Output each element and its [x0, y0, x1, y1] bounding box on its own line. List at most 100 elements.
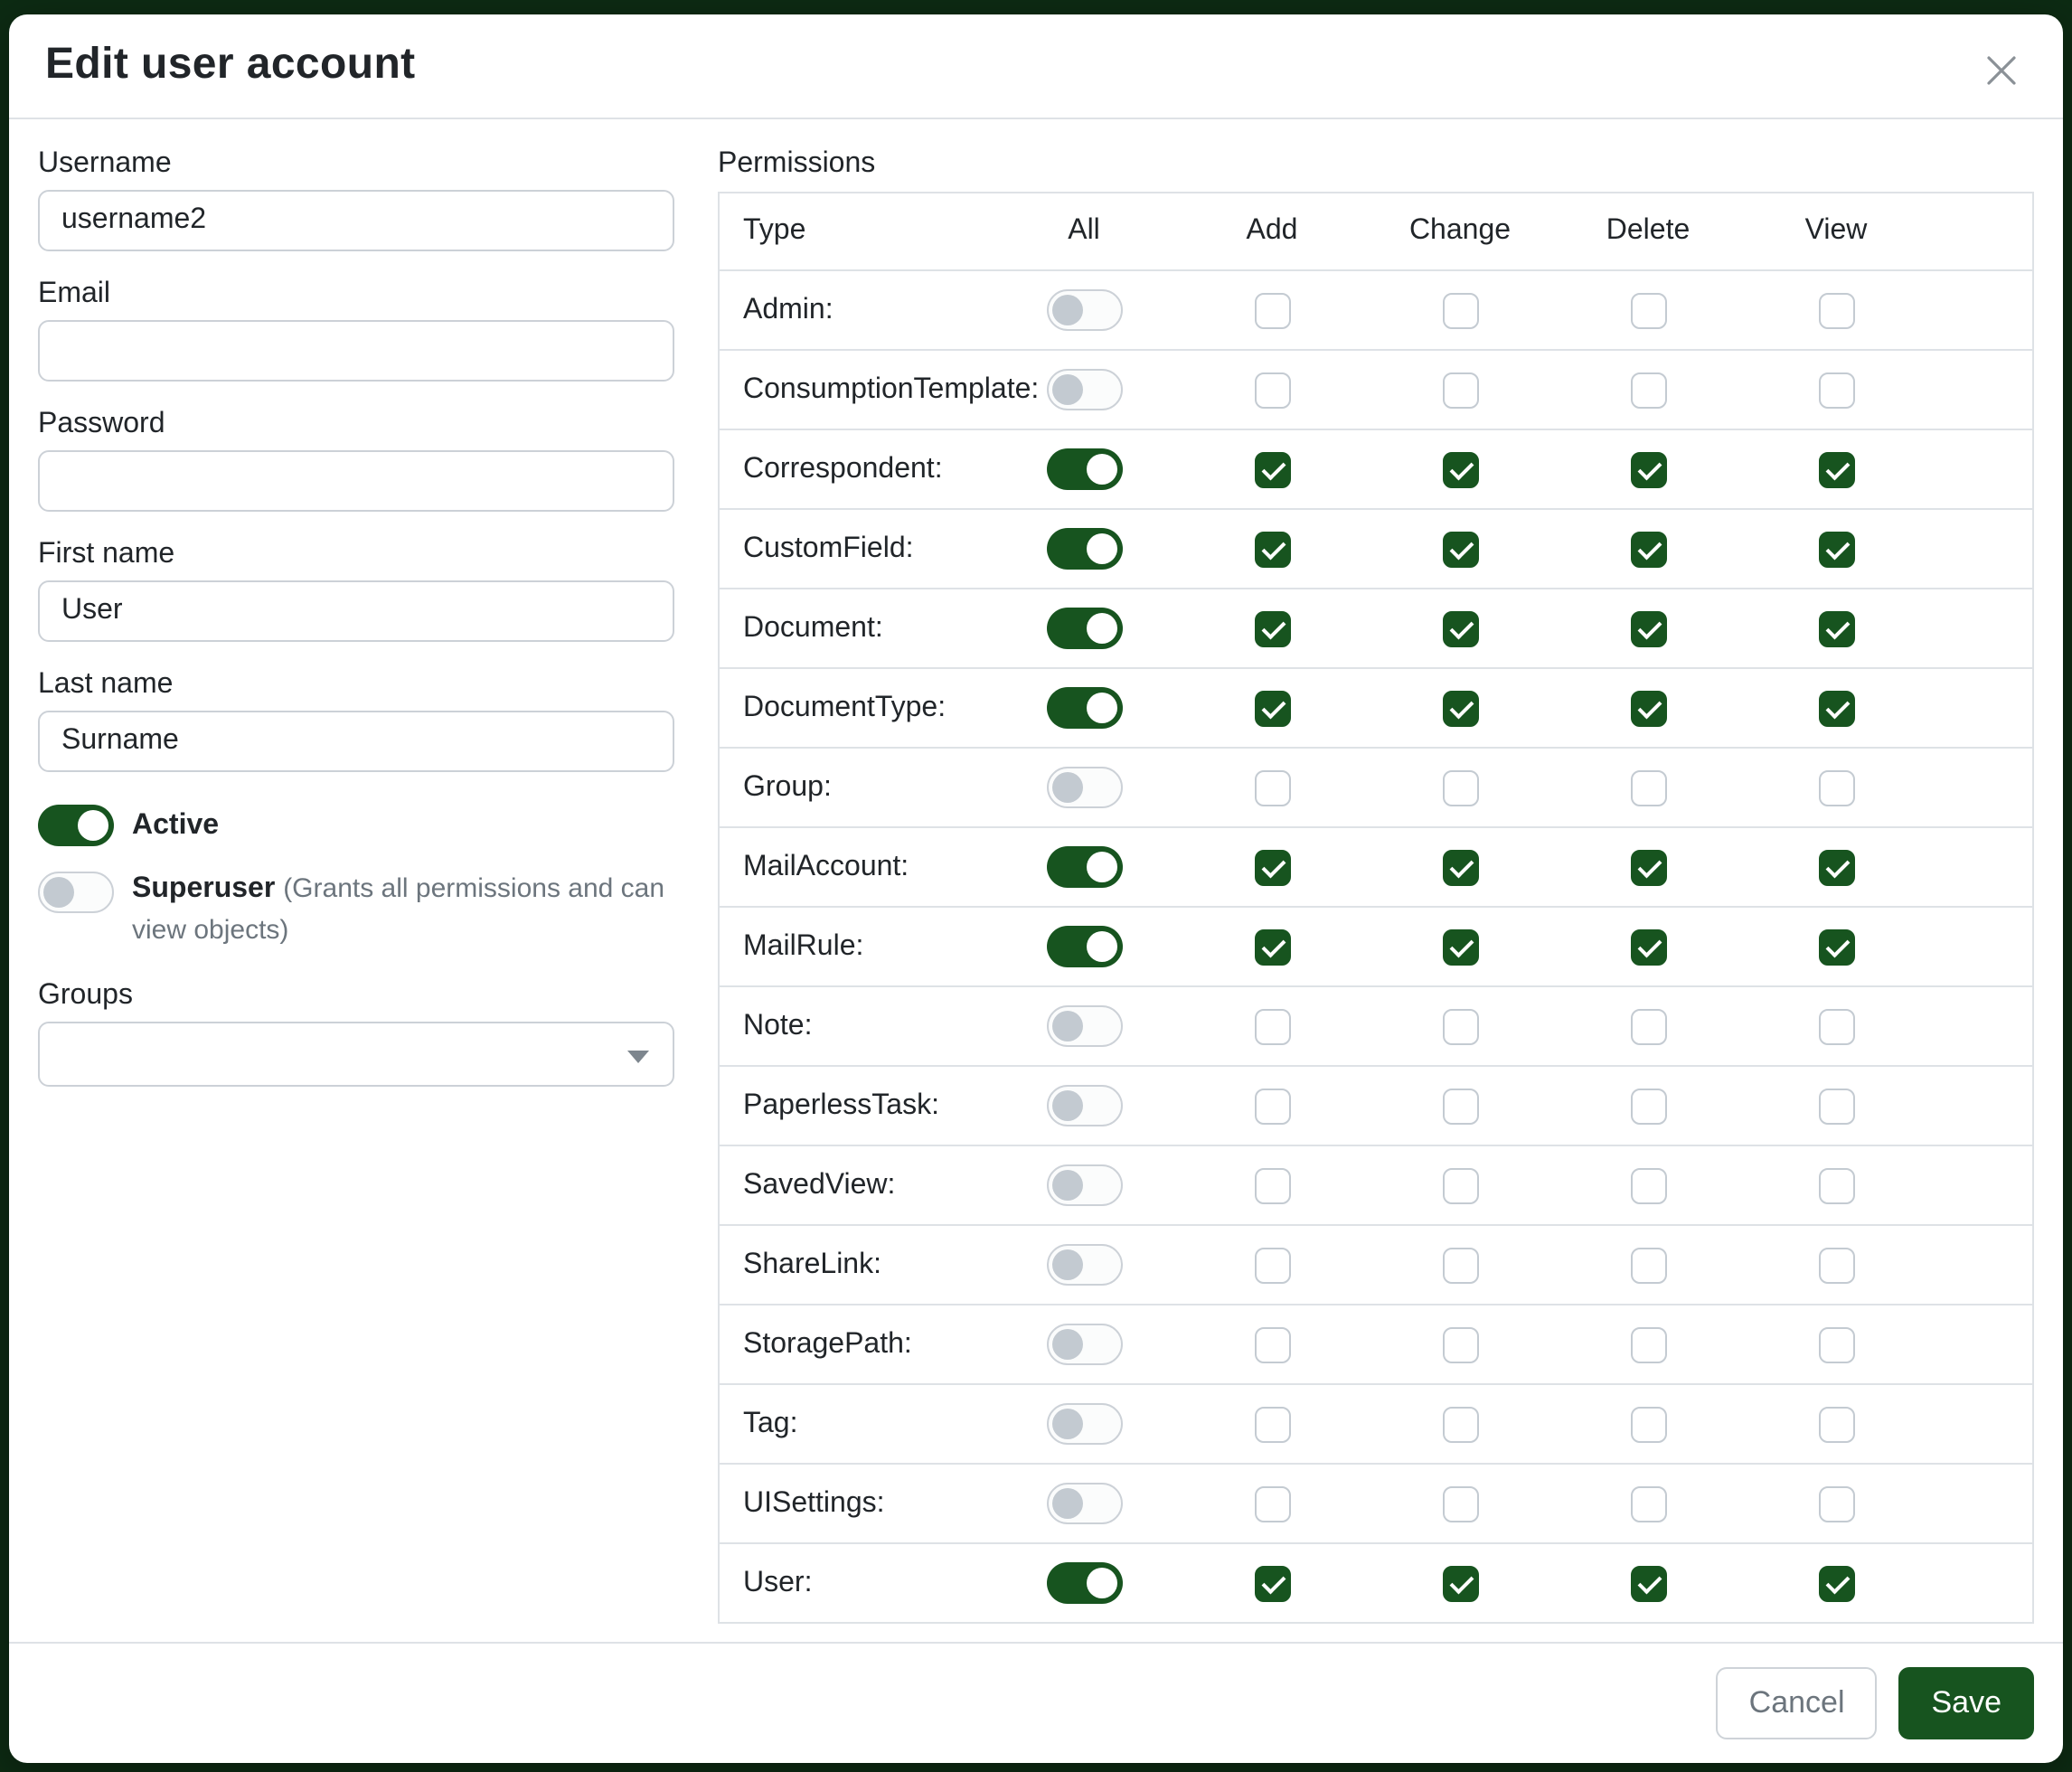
permission-change-checkbox[interactable]	[1442, 1167, 1478, 1203]
permission-view-checkbox[interactable]	[1818, 451, 1854, 487]
permission-delete-checkbox[interactable]	[1630, 531, 1666, 567]
permission-all-toggle[interactable]	[1046, 1164, 1122, 1206]
permission-change-checkbox[interactable]	[1442, 531, 1478, 567]
permission-add-checkbox[interactable]	[1254, 292, 1290, 328]
permission-change-checkbox[interactable]	[1442, 292, 1478, 328]
permission-view-checkbox[interactable]	[1818, 1326, 1854, 1362]
permission-change-checkbox[interactable]	[1442, 1565, 1478, 1601]
permission-all-toggle[interactable]	[1046, 528, 1122, 570]
superuser-toggle[interactable]	[38, 872, 114, 913]
permission-add-checkbox[interactable]	[1254, 1167, 1290, 1203]
permission-delete-checkbox[interactable]	[1630, 690, 1666, 726]
permission-all-toggle[interactable]	[1046, 767, 1122, 808]
password-input[interactable]	[38, 450, 674, 512]
permission-delete-checkbox[interactable]	[1630, 1565, 1666, 1601]
permission-add-checkbox[interactable]	[1254, 928, 1290, 965]
permission-view-checkbox[interactable]	[1818, 1088, 1854, 1124]
permission-change-checkbox[interactable]	[1442, 372, 1478, 408]
permission-view-checkbox[interactable]	[1818, 849, 1854, 885]
permission-view-checkbox[interactable]	[1818, 1247, 1854, 1283]
permission-delete-checkbox[interactable]	[1630, 849, 1666, 885]
permission-all-toggle[interactable]	[1046, 448, 1122, 490]
permission-change-checkbox[interactable]	[1442, 451, 1478, 487]
permission-view-checkbox[interactable]	[1818, 928, 1854, 965]
permission-view-checkbox[interactable]	[1818, 1485, 1854, 1522]
permission-view-checkbox[interactable]	[1818, 292, 1854, 328]
permission-add-checkbox[interactable]	[1254, 849, 1290, 885]
permission-type-label: StoragePath:	[743, 1328, 912, 1359]
email-input[interactable]	[38, 320, 674, 382]
permission-add-checkbox[interactable]	[1254, 1008, 1290, 1044]
permission-change-checkbox[interactable]	[1442, 928, 1478, 965]
permission-add-checkbox[interactable]	[1254, 1485, 1290, 1522]
close-button[interactable]	[1976, 45, 2027, 96]
permission-all-toggle[interactable]	[1046, 846, 1122, 888]
permission-add-checkbox[interactable]	[1254, 1326, 1290, 1362]
permission-all-toggle[interactable]	[1046, 289, 1122, 331]
permission-change-checkbox[interactable]	[1442, 1326, 1478, 1362]
last-name-input[interactable]	[38, 711, 674, 772]
permission-add-checkbox[interactable]	[1254, 531, 1290, 567]
permission-add-checkbox[interactable]	[1254, 610, 1290, 646]
toggle-knob	[1051, 1409, 1082, 1439]
permission-change-checkbox[interactable]	[1442, 769, 1478, 806]
permission-view-checkbox[interactable]	[1818, 769, 1854, 806]
permission-add-checkbox[interactable]	[1254, 1565, 1290, 1601]
cancel-button[interactable]: Cancel	[1717, 1667, 1878, 1739]
permission-all-toggle[interactable]	[1046, 608, 1122, 649]
permission-all-toggle[interactable]	[1046, 1483, 1122, 1524]
permission-view-checkbox[interactable]	[1818, 690, 1854, 726]
permission-change-checkbox[interactable]	[1442, 1247, 1478, 1283]
permission-delete-checkbox[interactable]	[1630, 1008, 1666, 1044]
first-name-input[interactable]	[38, 580, 674, 642]
permission-change-checkbox[interactable]	[1442, 610, 1478, 646]
last-name-label: Last name	[38, 669, 674, 702]
permission-all-toggle[interactable]	[1046, 926, 1122, 967]
permission-all-toggle[interactable]	[1046, 1244, 1122, 1286]
permission-add-checkbox[interactable]	[1254, 690, 1290, 726]
permission-add-checkbox[interactable]	[1254, 1247, 1290, 1283]
permission-add-checkbox[interactable]	[1254, 451, 1290, 487]
permission-delete-checkbox[interactable]	[1630, 1406, 1666, 1442]
permission-view-checkbox[interactable]	[1818, 372, 1854, 408]
permission-delete-checkbox[interactable]	[1630, 1485, 1666, 1522]
permission-all-toggle[interactable]	[1046, 1085, 1122, 1126]
permission-all-toggle[interactable]	[1046, 1324, 1122, 1365]
permission-add-checkbox[interactable]	[1254, 1406, 1290, 1442]
permission-all-toggle[interactable]	[1046, 1005, 1122, 1047]
permission-view-checkbox[interactable]	[1818, 1167, 1854, 1203]
permission-delete-checkbox[interactable]	[1630, 769, 1666, 806]
permission-delete-checkbox[interactable]	[1630, 610, 1666, 646]
permission-delete-checkbox[interactable]	[1630, 1167, 1666, 1203]
permission-delete-checkbox[interactable]	[1630, 1326, 1666, 1362]
permission-change-checkbox[interactable]	[1442, 1406, 1478, 1442]
username-input[interactable]	[38, 190, 674, 251]
permission-add-checkbox[interactable]	[1254, 1088, 1290, 1124]
permission-all-toggle[interactable]	[1046, 1562, 1122, 1604]
permission-delete-checkbox[interactable]	[1630, 292, 1666, 328]
save-button[interactable]: Save	[1899, 1667, 2035, 1739]
permission-delete-checkbox[interactable]	[1630, 1247, 1666, 1283]
groups-select[interactable]	[38, 1023, 674, 1088]
permission-delete-checkbox[interactable]	[1630, 372, 1666, 408]
permission-change-checkbox[interactable]	[1442, 690, 1478, 726]
permission-change-checkbox[interactable]	[1442, 849, 1478, 885]
permission-view-checkbox[interactable]	[1818, 610, 1854, 646]
column-header-all: All	[990, 193, 1178, 270]
permission-all-toggle[interactable]	[1046, 687, 1122, 729]
permission-delete-checkbox[interactable]	[1630, 451, 1666, 487]
permission-all-toggle[interactable]	[1046, 369, 1122, 410]
permission-change-checkbox[interactable]	[1442, 1088, 1478, 1124]
permission-view-checkbox[interactable]	[1818, 531, 1854, 567]
permission-view-checkbox[interactable]	[1818, 1406, 1854, 1442]
permission-delete-checkbox[interactable]	[1630, 1088, 1666, 1124]
permission-add-checkbox[interactable]	[1254, 372, 1290, 408]
permission-add-checkbox[interactable]	[1254, 769, 1290, 806]
permission-change-checkbox[interactable]	[1442, 1008, 1478, 1044]
permission-view-checkbox[interactable]	[1818, 1565, 1854, 1601]
permission-view-checkbox[interactable]	[1818, 1008, 1854, 1044]
permission-all-toggle[interactable]	[1046, 1403, 1122, 1445]
active-toggle[interactable]	[38, 805, 114, 846]
permission-change-checkbox[interactable]	[1442, 1485, 1478, 1522]
permission-delete-checkbox[interactable]	[1630, 928, 1666, 965]
